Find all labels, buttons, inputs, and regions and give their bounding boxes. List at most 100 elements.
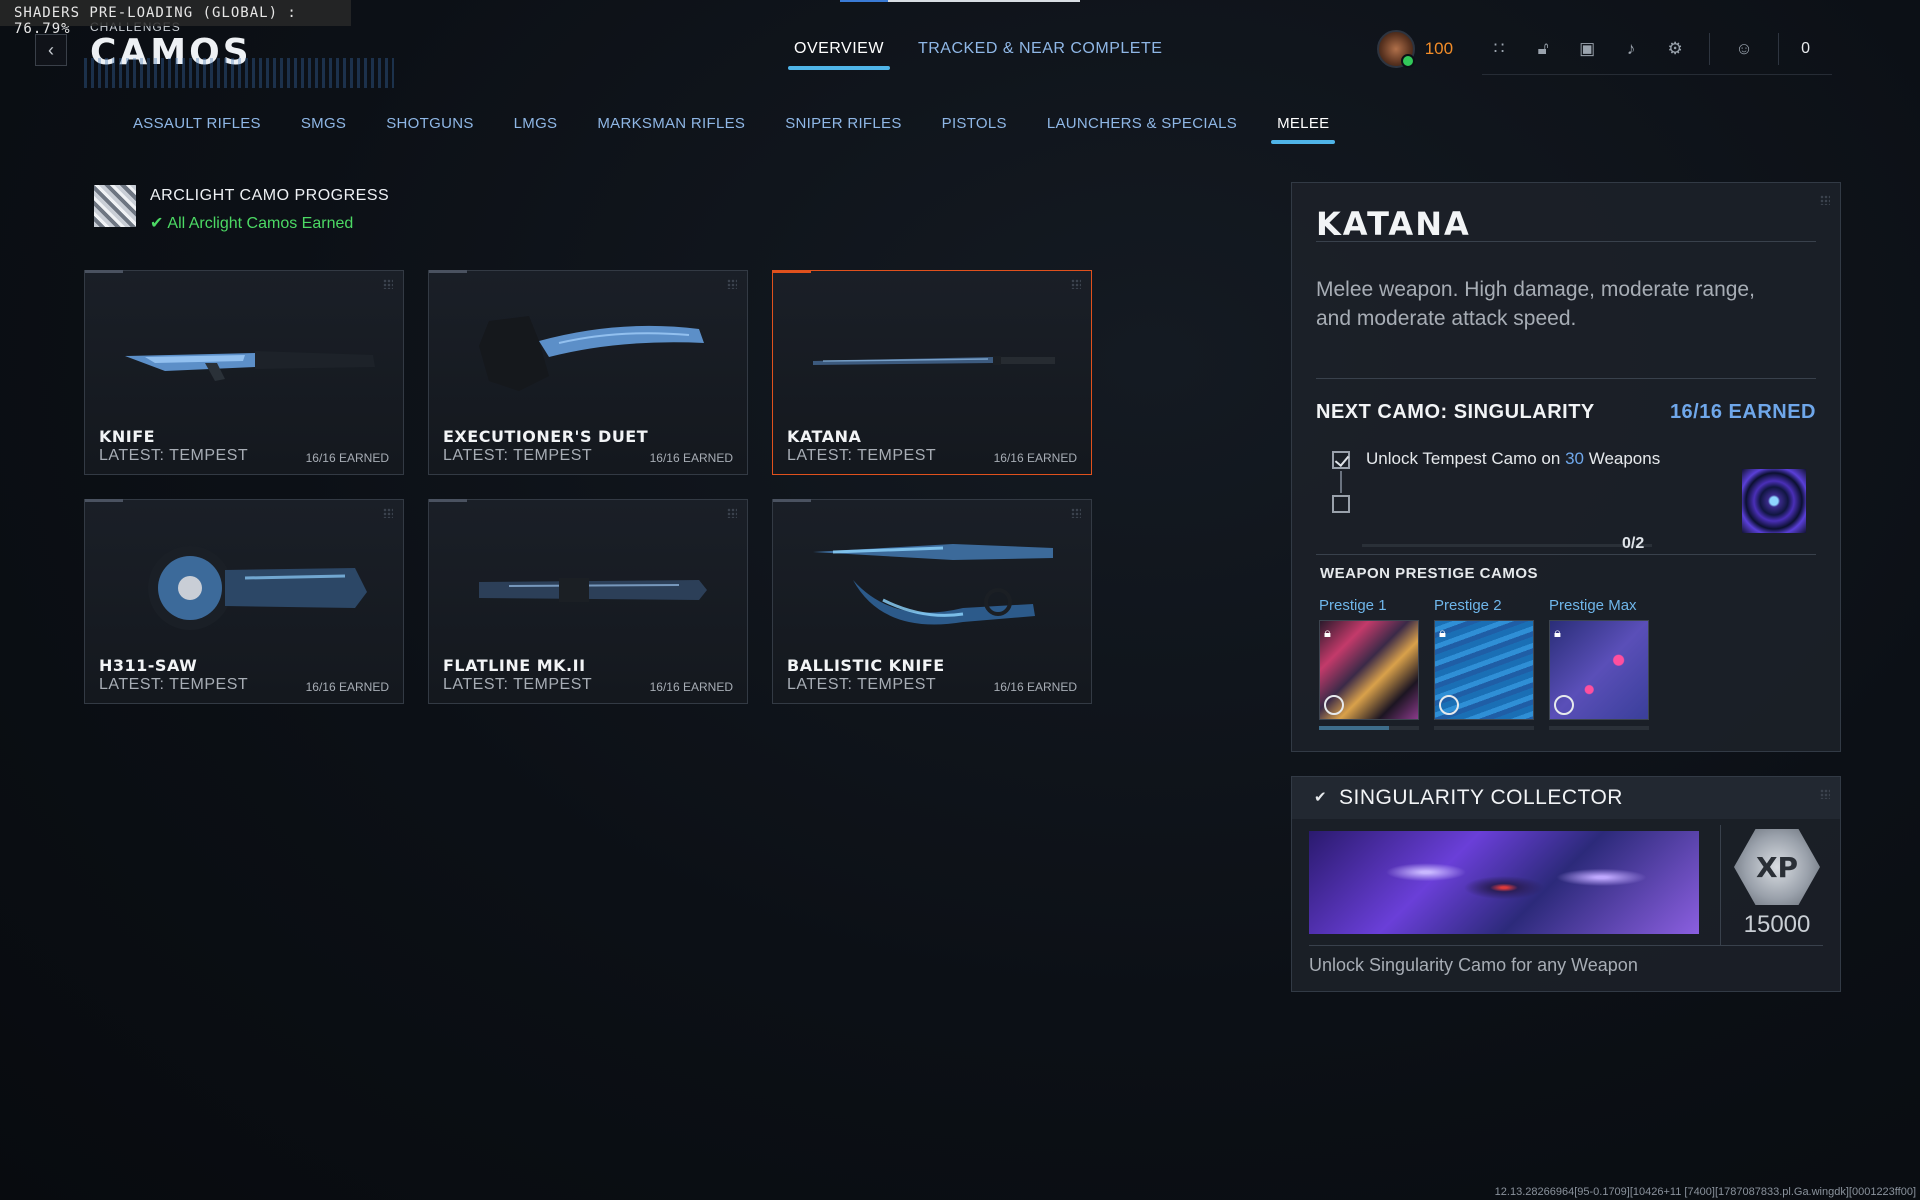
- weapon-latest-camo: LATEST: TEMPEST: [787, 447, 937, 464]
- card-accent: [429, 499, 467, 502]
- collector-description: Unlock Singularity Camo for any Weapon: [1309, 955, 1638, 975]
- divider: [1309, 945, 1823, 946]
- tab-shotguns[interactable]: SHOTGUNS: [386, 115, 473, 144]
- weapon-earned-count: 16/16 EARNED: [649, 680, 733, 694]
- gear-icon[interactable]: ⚙: [1664, 38, 1686, 60]
- arclight-title: ARCLIGHT CAMO PROGRESS: [150, 187, 390, 204]
- card-corner-dots-icon: [727, 279, 737, 289]
- weapon-card-flatline-mk-ii[interactable]: FLATLINE MK.II LATEST: TEMPEST 16/16 EAR…: [428, 499, 748, 704]
- tab-lmgs[interactable]: LMGS: [514, 115, 558, 144]
- requirement-progress-bar: [1362, 544, 1652, 547]
- requirement-connector: [1340, 471, 1342, 493]
- xp-amount: 15000: [1743, 911, 1811, 938]
- tab-pistols[interactable]: PISTOLS: [942, 115, 1007, 144]
- tab-melee[interactable]: MELEE: [1271, 115, 1336, 144]
- weapon-detail-panel: KATANA Melee weapon. High damage, modera…: [1291, 182, 1841, 752]
- executioners-duet-image: [479, 316, 704, 391]
- card-corner-dots-icon: [1071, 279, 1081, 289]
- weapon-card-ballistic-knife[interactable]: BALLISTIC KNIFE LATEST: TEMPEST 16/16 EA…: [772, 499, 1092, 704]
- title-decoration: [84, 58, 394, 88]
- singularity-collector-panel[interactable]: ✔ SINGULARITY COLLECTOR XP 15000 Unlock …: [1291, 776, 1841, 992]
- card-accent: [85, 499, 123, 502]
- lock-icon: 🔒︎: [1324, 625, 1331, 640]
- top-progress-strip: [840, 0, 1080, 2]
- card-corner-dots-icon: [383, 508, 393, 518]
- divider: [1316, 241, 1816, 242]
- prestige-swatch: 🔒︎: [1319, 620, 1419, 720]
- weapon-card-h311-saw[interactable]: H311-SAW LATEST: TEMPEST 16/16 EARNED: [84, 499, 404, 704]
- bell-icon[interactable]: ♪: [1620, 38, 1642, 60]
- party-count: 0: [1801, 40, 1810, 57]
- card-corner-dots-icon: [383, 279, 393, 289]
- arclight-status: All Arclight Camos Earned: [167, 215, 354, 232]
- arclight-camo-thumbnail: [94, 185, 136, 227]
- tab-marksman-rifles[interactable]: MARKSMAN RIFLES: [597, 115, 745, 144]
- panel-corner-dots-icon: [1820, 195, 1830, 205]
- panel-corner-dots-icon: [1820, 789, 1830, 799]
- tab-launchers-specials[interactable]: LAUNCHERS & SPECIALS: [1047, 115, 1237, 144]
- card-corner-dots-icon: [1071, 508, 1081, 518]
- weapon-earned-count: 16/16 EARNED: [305, 451, 389, 465]
- rank-level: 100: [1424, 39, 1454, 58]
- h311-saw-image: [148, 546, 367, 630]
- tab-assault-rifles[interactable]: ASSAULT RIFLES: [133, 115, 261, 144]
- party-icon[interactable]: ☺: [1733, 38, 1755, 60]
- weapon-name: FLATLINE MK.II: [443, 656, 586, 675]
- weapon-name: EXECUTIONER'S DUET: [443, 427, 649, 446]
- weapon-card-katana[interactable]: KATANA LATEST: TEMPEST 16/16 EARNED: [772, 270, 1092, 475]
- collector-reward-banner: [1309, 831, 1699, 934]
- prestige-heading: WEAPON PRESTIGE CAMOS: [1320, 565, 1539, 582]
- weapon-card-executioners-duet[interactable]: EXECUTIONER'S DUET LATEST: TEMPEST 16/16…: [428, 270, 748, 475]
- prestige-progress-bar: [1549, 726, 1649, 730]
- ballistic-knife-image: [813, 544, 1053, 625]
- back-button[interactable]: ‹: [35, 34, 67, 66]
- weapon-name: BALLISTIC KNIFE: [787, 656, 945, 675]
- prestige-camos: Prestige 1 🔒︎ Prestige 2 🔒︎ Prestige Max…: [1319, 597, 1649, 730]
- unlock-icon[interactable]: 🔓︎: [1532, 38, 1554, 60]
- grid-dots-icon[interactable]: ∷: [1488, 38, 1510, 60]
- store-icon[interactable]: ▣: [1576, 38, 1598, 60]
- hud-divider: [1778, 33, 1780, 65]
- weapon-category-tabs: ASSAULT RIFLES SMGS SHOTGUNS LMGS MARKSM…: [133, 115, 1336, 144]
- build-info: 12.13.28266964[95-0.1709][10426+11 [7400…: [1494, 1186, 1916, 1198]
- weapon-latest-camo: LATEST: TEMPEST: [787, 676, 937, 693]
- requirement-text: Unlock Tempest Camo on 30 Weapons: [1366, 449, 1661, 468]
- prestige-camo-max[interactable]: Prestige Max 🔒︎: [1549, 597, 1649, 730]
- prestige-camo-2[interactable]: Prestige 2 🔒︎: [1434, 597, 1534, 730]
- prestige-badge-icon: [1554, 695, 1574, 715]
- prestige-camo-1[interactable]: Prestige 1 🔒︎: [1319, 597, 1419, 730]
- collector-title: SINGULARITY COLLECTOR: [1339, 786, 1623, 809]
- weapon-latest-camo: LATEST: TEMPEST: [443, 447, 593, 464]
- prestige-label: Prestige 2: [1434, 597, 1502, 614]
- weapon-latest-camo: LATEST: TEMPEST: [99, 447, 249, 464]
- weapon-name: KATANA: [787, 427, 862, 446]
- flatline-mk-ii-image: [479, 578, 707, 602]
- shader-preload-status: SHADERS PRE-LOADING (GLOBAL) : 76.79%: [0, 0, 351, 37]
- top-tabs: OVERVIEW TRACKED & NEAR COMPLETE: [788, 40, 1162, 70]
- singularity-camo-thumbnail[interactable]: [1742, 469, 1806, 533]
- tab-sniper-rifles[interactable]: SNIPER RIFLES: [785, 115, 901, 144]
- tab-smgs[interactable]: SMGS: [301, 115, 346, 144]
- katana-image: [813, 356, 1055, 365]
- tab-overview[interactable]: OVERVIEW: [788, 40, 890, 70]
- card-accent: [773, 270, 811, 273]
- prestige-badge-icon: [1324, 695, 1344, 715]
- hud-underline: [1482, 74, 1832, 75]
- player-rank-icon[interactable]: [1376, 30, 1415, 68]
- knife-image: [125, 351, 375, 381]
- selected-weapon-title: KATANA: [1316, 205, 1471, 243]
- hud-bar: 100 ∷ 🔓︎ ▣ ♪ ⚙ ☺ 0: [1376, 26, 1850, 72]
- weapon-name: KNIFE: [99, 427, 156, 446]
- xp-badge-icon: XP: [1734, 829, 1820, 905]
- prestige-progress-bar: [1319, 726, 1419, 730]
- requirement-checkbox-empty: [1332, 495, 1350, 513]
- divider: [1316, 554, 1816, 555]
- prestige-swatch: 🔒︎: [1549, 620, 1649, 720]
- card-accent: [85, 270, 123, 273]
- prestige-progress-bar: [1434, 726, 1534, 730]
- arclight-progress[interactable]: ARCLIGHT CAMO PROGRESS ✔ All Arclight Cam…: [94, 185, 389, 233]
- weapon-card-knife[interactable]: KNIFE LATEST: TEMPEST 16/16 EARNED: [84, 270, 404, 475]
- requirement-checkbox-checked: [1332, 451, 1350, 469]
- tab-tracked-near-complete[interactable]: TRACKED & NEAR COMPLETE: [918, 40, 1162, 70]
- card-accent: [773, 499, 811, 502]
